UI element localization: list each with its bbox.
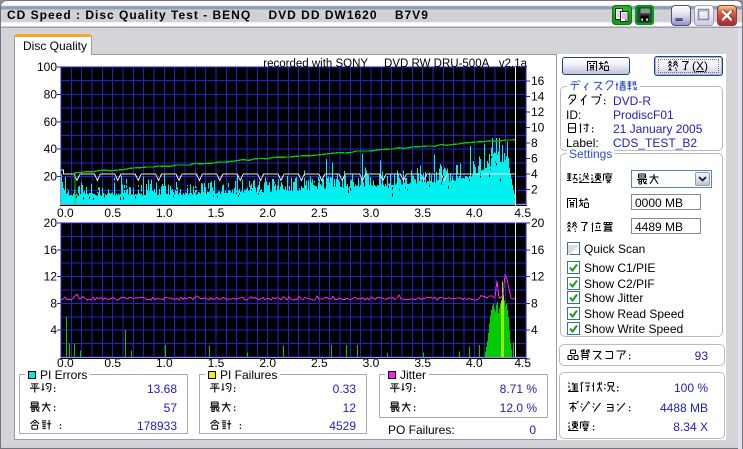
svg-text:3.0: 3.0 — [363, 206, 380, 220]
svg-text:8: 8 — [531, 136, 538, 150]
svg-text:12: 12 — [44, 270, 58, 284]
svg-text:20: 20 — [44, 216, 58, 230]
svg-text:recorded with SONY DVD RW: recorded with SONY DVD RW DRU-500A v2.1a — [263, 58, 527, 70]
svg-text:0.0: 0.0 — [57, 206, 74, 220]
svg-text:20: 20 — [44, 170, 58, 184]
svg-text:4: 4 — [531, 323, 538, 337]
svg-text:16: 16 — [531, 74, 545, 88]
svg-text:60: 60 — [44, 115, 58, 129]
svg-text:16: 16 — [44, 243, 58, 257]
svg-text:12: 12 — [531, 105, 545, 119]
svg-text:12: 12 — [531, 270, 545, 284]
svg-text:0.5: 0.5 — [104, 206, 121, 220]
svg-text:4: 4 — [50, 323, 57, 337]
svg-text:0.5: 0.5 — [104, 356, 121, 370]
svg-text:10: 10 — [531, 121, 545, 135]
svg-text:4.5: 4.5 — [514, 356, 531, 370]
svg-text:1.0: 1.0 — [156, 206, 173, 220]
svg-text:8: 8 — [531, 296, 538, 310]
svg-text:4: 4 — [531, 167, 538, 181]
svg-text:4.5: 4.5 — [514, 206, 531, 220]
svg-text:2.5: 2.5 — [311, 206, 328, 220]
svg-text:80: 80 — [44, 87, 58, 101]
svg-text:2: 2 — [531, 183, 538, 197]
svg-text:6: 6 — [531, 152, 538, 166]
svg-text:16: 16 — [531, 243, 545, 257]
svg-text:2.5: 2.5 — [311, 356, 328, 370]
svg-text:100: 100 — [37, 60, 57, 74]
svg-text:40: 40 — [44, 142, 58, 156]
svg-text:4.0: 4.0 — [466, 356, 483, 370]
svg-text:1.0: 1.0 — [156, 356, 173, 370]
svg-text:2.0: 2.0 — [259, 206, 276, 220]
svg-text:1.5: 1.5 — [208, 206, 225, 220]
svg-text:3.0: 3.0 — [363, 356, 380, 370]
svg-text:14: 14 — [531, 90, 545, 104]
svg-text:8: 8 — [50, 296, 57, 310]
svg-text:3.5: 3.5 — [414, 206, 431, 220]
svg-text:4.0: 4.0 — [466, 206, 483, 220]
svg-text:20: 20 — [531, 216, 545, 230]
